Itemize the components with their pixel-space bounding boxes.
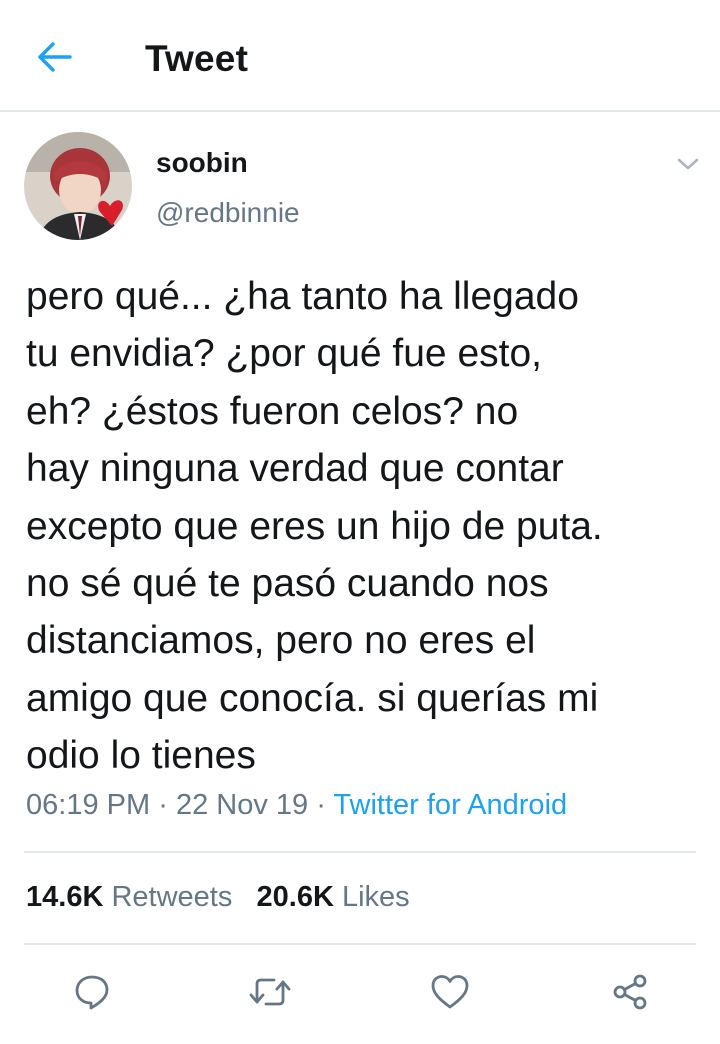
tweet-text-line: odio lo tienes <box>26 734 256 778</box>
retweets-count: 14.6K <box>26 881 104 913</box>
tweet-stats: 14.6K Retweets 20.6K Likes <box>26 881 410 914</box>
like-button[interactable] <box>426 968 474 1016</box>
more-options-button[interactable] <box>672 150 704 178</box>
top-bar: Tweet <box>0 0 720 112</box>
divider <box>24 943 696 945</box>
likes-count: 20.6K <box>256 881 334 913</box>
tweet-text-line: no sé qué te pasó cuando nos <box>26 562 549 606</box>
author-display-name[interactable]: soobin <box>156 147 248 179</box>
tweet-date: 22 Nov 19 <box>175 789 309 821</box>
meta-separator: · <box>158 789 168 821</box>
tweet-text-line: hay ninguna verdad que contar <box>26 447 564 491</box>
heart-icon <box>431 975 469 1009</box>
author-handle[interactable]: @redbinnie <box>156 197 300 229</box>
tweet-text-line: pero qué... ¿ha tanto ha llegado <box>26 275 579 318</box>
divider <box>24 851 696 853</box>
avatar[interactable] <box>24 132 132 240</box>
reply-bubble-icon <box>75 975 109 1010</box>
tweet-text-line: tu envidia? ¿por qué fue esto, <box>26 332 543 376</box>
tweet-text: pero qué... ¿ha tanto ha llegado tu envi… <box>26 268 706 785</box>
retweet-button[interactable] <box>246 968 294 1016</box>
page-title: Tweet <box>145 38 249 79</box>
reply-button[interactable] <box>68 968 116 1016</box>
tweet-text-line: amigo que conocía. si querías mi <box>26 676 599 720</box>
tweet-meta: 06:19 PM · 22 Nov 19 · Twitter for Andro… <box>26 789 567 822</box>
retweets-stat[interactable]: 14.6K Retweets <box>26 881 232 913</box>
retweets-label: Retweets <box>111 881 233 913</box>
likes-label: Likes <box>341 881 410 913</box>
tweet-text-line: distanciamos, pero no eres el <box>26 619 536 663</box>
tweet-time: 06:19 PM <box>26 789 151 821</box>
share-button[interactable] <box>606 968 654 1016</box>
tweet-text-line: excepto que eres un hijo de puta. <box>26 504 603 548</box>
likes-stat[interactable]: 20.6K Likes <box>257 881 410 913</box>
back-button[interactable] <box>30 34 80 80</box>
tweet-text-line: eh? ¿éstos fueron celos? no <box>26 389 519 433</box>
retweet-arrows-icon <box>249 978 291 1006</box>
tweet-source-link[interactable]: Twitter for Android <box>333 789 567 821</box>
share-nodes-icon <box>613 974 647 1010</box>
avatar-photo <box>24 132 132 240</box>
chevron-down-icon <box>677 158 699 170</box>
back-arrow-icon <box>38 42 72 72</box>
meta-separator: · <box>316 789 326 821</box>
